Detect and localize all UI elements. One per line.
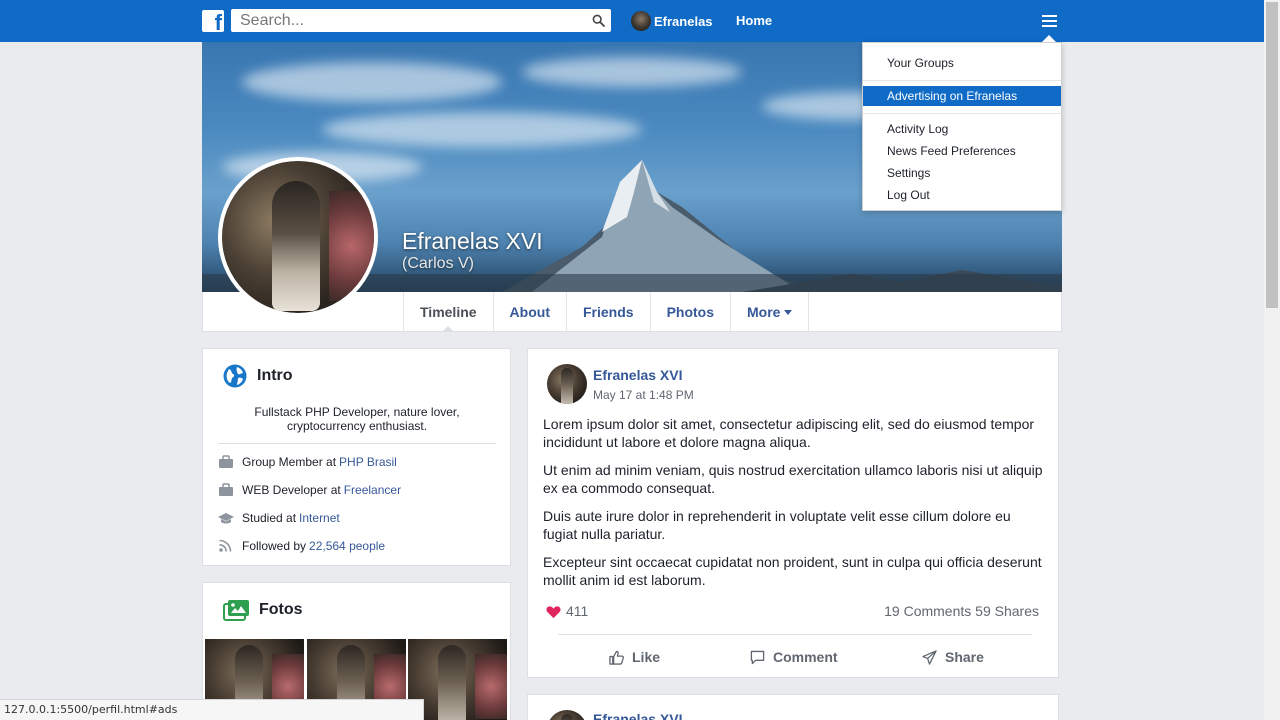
link-php-brasil[interactable]: PHP Brasil bbox=[339, 455, 397, 469]
heart-icon bbox=[546, 606, 561, 619]
tab-photos[interactable]: Photos bbox=[649, 292, 730, 332]
link-followers[interactable]: 22,564 people bbox=[309, 539, 385, 553]
menu-divider bbox=[863, 80, 1061, 81]
status-bar-url: 127.0.0.1:5500/perfil.html#ads bbox=[0, 699, 424, 720]
shares-count[interactable]: 59 Shares bbox=[975, 603, 1039, 619]
avatar[interactable] bbox=[547, 364, 587, 404]
rss-icon bbox=[219, 539, 232, 552]
info-row-group: Group Member at PHP Brasil bbox=[218, 455, 397, 469]
nav-user-name: Efranelas bbox=[654, 13, 713, 29]
post-stats: 411 19 Comments 59 Shares bbox=[546, 603, 1039, 621]
avatar[interactable] bbox=[547, 710, 587, 720]
facebook-logo-icon[interactable]: f bbox=[202, 10, 224, 32]
tab-timeline[interactable]: Timeline bbox=[403, 292, 493, 332]
info-row-work: WEB Developer at Freelancer bbox=[218, 483, 401, 497]
post-paragraph: Ut enim ad minim veniam, quis nostrud ex… bbox=[543, 462, 1043, 496]
profile-subtitle: (Carlos V) bbox=[402, 255, 475, 272]
avatar bbox=[631, 11, 651, 31]
settings-dropdown-menu: Your Groups Advertising on Efranelas Act… bbox=[862, 42, 1062, 211]
globe-icon bbox=[223, 364, 247, 388]
nav-profile-link[interactable]: Efranelas bbox=[631, 11, 713, 31]
like-button[interactable]: Like bbox=[609, 647, 660, 667]
likes-count[interactable]: 411 bbox=[566, 603, 588, 619]
divider bbox=[558, 634, 1032, 635]
info-row-followers: Followed by 22,564 people bbox=[218, 539, 385, 553]
search-icon[interactable] bbox=[592, 14, 605, 27]
tab-more[interactable]: More bbox=[730, 292, 810, 332]
info-row-study: Studied at Internet bbox=[218, 511, 340, 525]
menu-item-settings[interactable]: Settings bbox=[863, 163, 1061, 183]
post-paragraph: Lorem ipsum dolor sit amet, consectetur … bbox=[543, 416, 1035, 450]
divider bbox=[218, 443, 496, 444]
post-paragraph: Duis aute irure dolor in reprehenderit i… bbox=[543, 508, 1011, 542]
comment-button[interactable]: Comment bbox=[750, 647, 838, 667]
page-scrollbar[interactable] bbox=[1264, 0, 1280, 720]
scrollbar-thumb[interactable] bbox=[1266, 2, 1278, 308]
search-box bbox=[231, 9, 611, 32]
fotos-header: Fotos bbox=[223, 599, 303, 621]
tab-friends[interactable]: Friends bbox=[565, 292, 650, 332]
profile-picture[interactable] bbox=[218, 157, 378, 317]
profile-name: Efranelas XVI bbox=[402, 228, 543, 254]
post-author[interactable]: Efranelas XVI bbox=[593, 367, 683, 383]
menu-item-advertising[interactable]: Advertising on Efranelas bbox=[863, 86, 1061, 106]
post-card: Efranelas XVI May 17 at 1:48 PM Lorem ip… bbox=[527, 348, 1059, 678]
images-icon bbox=[223, 600, 249, 621]
caret-down-icon bbox=[784, 309, 793, 315]
post-paragraph: Excepteur sint occaecat cupidatat non pr… bbox=[543, 554, 1042, 588]
menu-item-log-out[interactable]: Log Out bbox=[863, 185, 1061, 205]
briefcase-icon bbox=[219, 455, 233, 468]
post-body: Lorem ipsum dolor sit amet, consectetur … bbox=[543, 415, 1048, 599]
link-internet[interactable]: Internet bbox=[299, 511, 340, 525]
menu-divider bbox=[863, 113, 1061, 114]
briefcase-icon bbox=[219, 483, 233, 496]
menu-item-news-feed-preferences[interactable]: News Feed Preferences bbox=[863, 141, 1061, 161]
link-freelancer[interactable]: Freelancer bbox=[344, 483, 401, 497]
paper-plane-icon bbox=[922, 649, 937, 665]
menu-item-your-groups[interactable]: Your Groups bbox=[863, 53, 1061, 73]
thumbs-up-icon bbox=[609, 650, 624, 665]
dropdown-caret bbox=[1042, 35, 1056, 42]
post-timestamp[interactable]: May 17 at 1:48 PM bbox=[593, 388, 694, 402]
menu-item-activity-log[interactable]: Activity Log bbox=[863, 119, 1061, 139]
post-author[interactable]: Efranelas XVI bbox=[593, 711, 683, 720]
comments-shares[interactable]: 19 Comments 59 Shares bbox=[884, 603, 1039, 619]
hamburger-icon[interactable] bbox=[1042, 15, 1057, 28]
top-navbar: f Efranelas Home bbox=[0, 0, 1264, 42]
nav-home-link[interactable]: Home bbox=[736, 13, 772, 28]
tab-about[interactable]: About bbox=[492, 292, 566, 332]
comments-count[interactable]: 19 Comments bbox=[884, 603, 971, 619]
intro-card: Intro Fullstack PHP Developer, nature lo… bbox=[202, 348, 511, 566]
share-button[interactable]: Share bbox=[922, 647, 984, 667]
intro-bio: Fullstack PHP Developer, nature lover, c… bbox=[254, 405, 460, 433]
fotos-title: Fotos bbox=[259, 601, 303, 618]
comment-icon bbox=[750, 650, 765, 664]
graduation-cap-icon bbox=[218, 513, 234, 524]
intro-header: Intro bbox=[223, 364, 293, 388]
intro-title: Intro bbox=[257, 367, 293, 384]
profile-tabs: Timeline About Friends Photos More bbox=[403, 292, 810, 332]
search-input[interactable] bbox=[231, 9, 581, 32]
post-card: Efranelas XVI bbox=[527, 694, 1059, 720]
